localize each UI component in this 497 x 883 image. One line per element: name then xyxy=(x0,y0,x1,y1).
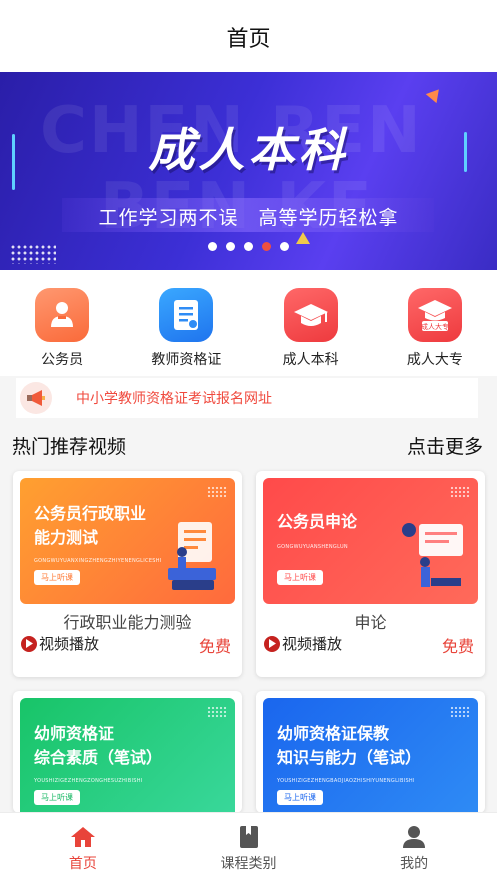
thumb-deco-dots xyxy=(450,486,470,498)
category-adult-bachelor[interactable]: 成人本科 xyxy=(256,288,366,376)
price-label: 免费 xyxy=(198,637,231,656)
teacher-cert-icon xyxy=(159,288,214,342)
thumb-pinyin: GONGWUYUANSHENGLUN xyxy=(277,544,348,550)
tab-label: 首页 xyxy=(68,856,97,872)
tab-home[interactable]: 首页 xyxy=(0,813,166,883)
top-bar: 首页 xyxy=(0,0,497,72)
svg-text:成人大专: 成人大专 xyxy=(421,322,449,331)
thumb-listen-button: 马上听课 xyxy=(277,790,323,805)
video-card[interactable]: 公务员申论 GONGWUYUANSHENGLUN 马上听课 申论 视频播放 免费 xyxy=(256,471,485,677)
video-card[interactable]: 幼师资格证保教 知识与能力（笔试） YOUSHIZIGEZHENGBAOJIAO… xyxy=(256,691,485,813)
category-label: 成人大专 xyxy=(406,352,463,368)
carousel-dot[interactable] xyxy=(244,242,253,251)
carousel-indicators xyxy=(0,242,497,251)
grad-cap-icon xyxy=(283,288,338,342)
category-row: 公务员 教师资格证 成人本科 成人大专 成人大专 xyxy=(0,270,497,376)
tab-label: 我的 xyxy=(400,856,429,872)
carousel-dot[interactable] xyxy=(226,242,235,251)
carousel-dot[interactable] xyxy=(208,242,217,251)
video-thumbnail: 幼师资格证 综合素质（笔试） YOUSHIZIGEZHENGZONGHESUZH… xyxy=(20,698,235,813)
play-button[interactable]: 视频播放 xyxy=(21,633,99,654)
thumb-pinyin: YOUSHIZIGEZHENGZONGHESUZHIBISHI xyxy=(34,778,143,784)
thumb-pinyin: YOUSHIZIGEZHENGBAOJIAOZHISHIYUNENGLIBISH… xyxy=(277,778,415,784)
thumb-title-line1: 幼师资格证 xyxy=(34,724,115,743)
tab-course-category[interactable]: 课程类别 xyxy=(166,813,332,883)
banner-headline: 成人本科 xyxy=(148,123,349,177)
thumb-listen-button: 马上听课 xyxy=(34,570,80,585)
banner-deco-triangle xyxy=(425,84,445,104)
video-thumbnail: 公务员行政职业 能力测试 GONGWUYUANXINGZHENGZHIYENEN… xyxy=(20,478,235,604)
thumb-title-line1: 幼师资格证保教 xyxy=(277,724,390,743)
video-title: 申论 xyxy=(354,613,387,632)
banner-carousel[interactable]: CHEN REN BEN KE 成人本科 工作学习两不误 高等学历轻松拿 xyxy=(0,72,497,270)
video-card[interactable]: 幼师资格证 综合素质（笔试） YOUSHIZIGEZHENGZONGHESUZH… xyxy=(13,691,242,813)
video-title: 行政职业能力测验 xyxy=(63,613,192,632)
category-label: 成人本科 xyxy=(282,352,339,368)
grad-cap-badge-icon: 成人大专 xyxy=(407,288,462,342)
thumb-title-line1: 公务员申论 xyxy=(277,512,358,531)
study-illustration xyxy=(168,522,216,590)
video-thumbnail: 幼师资格证保教 知识与能力（笔试） YOUSHIZIGEZHENGBAOJIAO… xyxy=(263,698,478,813)
play-button[interactable]: 视频播放 xyxy=(264,633,342,654)
category-adult-college[interactable]: 成人大专 成人大专 xyxy=(380,288,490,376)
thumb-listen-button: 马上听课 xyxy=(277,570,323,585)
category-civil-servant[interactable]: 公务员 xyxy=(7,288,117,376)
thumb-deco-dots xyxy=(450,706,470,718)
thumb-title-line2: 综合素质（笔试） xyxy=(34,748,163,767)
thumb-deco-dots xyxy=(207,486,227,498)
notice-text: 中小学教师资格证考试报名网址 xyxy=(76,391,272,407)
video-thumbnail: 公务员申论 GONGWUYUANSHENGLUN 马上听课 xyxy=(263,478,478,604)
more-link[interactable]: 点击更多 xyxy=(407,432,483,459)
home-icon xyxy=(70,827,95,847)
civil-servant-icon xyxy=(35,288,90,342)
thumb-title-line2: 知识与能力（笔试） xyxy=(277,748,422,767)
category-label: 公务员 xyxy=(41,352,84,368)
play-icon xyxy=(264,635,280,652)
video-card[interactable]: 公务员行政职业 能力测试 GONGWUYUANXINGZHENGZHIYENEN… xyxy=(13,471,242,677)
category-label: 教师资格证 xyxy=(151,352,222,368)
tab-mine[interactable]: 我的 xyxy=(331,813,497,883)
bottom-tab-bar: 首页 课程类别 我的 xyxy=(0,812,497,883)
person-icon xyxy=(403,826,426,848)
price-label: 免费 xyxy=(441,637,474,656)
section-title: 热门推荐视频 xyxy=(12,436,127,458)
play-label: 视频播放 xyxy=(39,635,100,653)
thumb-title-line1: 公务员行政职业 xyxy=(34,504,147,523)
play-icon xyxy=(21,635,37,652)
play-label: 视频播放 xyxy=(282,635,343,653)
carousel-dot[interactable] xyxy=(280,242,289,251)
thumb-listen-button: 马上听课 xyxy=(34,790,80,805)
study-illustration xyxy=(402,523,463,587)
thumb-pinyin: GONGWUYUANXINGZHENGZHIYENENGLICESHI xyxy=(34,558,162,564)
page-title: 首页 xyxy=(226,27,271,52)
carousel-dot[interactable] xyxy=(262,242,271,251)
thumb-title-line2: 能力测试 xyxy=(34,528,99,547)
category-teacher-cert[interactable]: 教师资格证 xyxy=(131,288,241,376)
megaphone-icon xyxy=(20,382,52,414)
book-icon xyxy=(239,826,258,848)
notice-bar[interactable]: 中小学教师资格证考试报名网址 xyxy=(16,378,478,418)
tab-label: 课程类别 xyxy=(220,856,277,872)
banner-subline: 工作学习两不误 高等学历轻松拿 xyxy=(98,207,399,229)
thumb-deco-dots xyxy=(207,706,227,718)
